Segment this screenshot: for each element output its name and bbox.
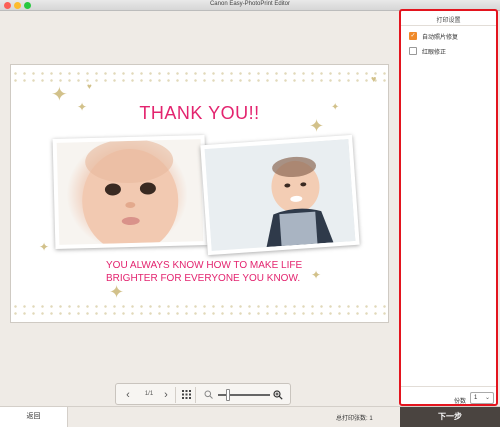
- copies-value: 1: [474, 395, 478, 401]
- card-title: THANK YOU!!: [139, 103, 260, 123]
- card-preview[interactable]: ✦ ✦ ✦ ✦ ✦ ✦ ✦ ♥ ♥ THANK YOU!! YOU ALWAYS…: [10, 64, 389, 323]
- red-eye-correction-checkbox[interactable]: [409, 47, 417, 55]
- total-print-count: 总打印张数: 1: [336, 416, 373, 422]
- photo-frame-1[interactable]: [52, 135, 208, 249]
- star-border-top: [11, 70, 388, 84]
- auto-photo-fix-checkbox[interactable]: ✓: [409, 32, 417, 40]
- window-title: Canon Easy-PhotoPrint Editor: [209, 1, 291, 7]
- chevron-right-icon[interactable]: ›: [160, 388, 172, 402]
- chevron-left-icon[interactable]: ‹: [122, 388, 134, 402]
- page-indicator: 1/1: [144, 391, 154, 397]
- divider: [401, 386, 496, 387]
- page-zoom-toolbar: ‹ 1/1 ›: [115, 383, 291, 405]
- sparkle-icon: ✦: [109, 282, 125, 302]
- red-eye-correction-label: 红眼修正: [422, 50, 447, 56]
- zoom-out-icon[interactable]: [202, 388, 214, 402]
- photo-frame-2[interactable]: [200, 134, 360, 256]
- copies-select[interactable]: 1 ⌄: [470, 392, 494, 404]
- auto-photo-fix-label: 自动照片修复: [422, 35, 459, 41]
- divider: [401, 25, 496, 26]
- zoom-slider-thumb[interactable]: [226, 389, 230, 401]
- card-message-line-1: YOU ALWAYS KNOW HOW TO MAKE LIFE: [106, 260, 303, 271]
- sparkle-icon: ✦: [51, 84, 68, 106]
- back-button[interactable]: 返回: [0, 407, 68, 427]
- preview-area: ✦ ✦ ✦ ✦ ✦ ✦ ✦ ♥ ♥ THANK YOU!! YOU ALWAYS…: [0, 11, 398, 383]
- bottom-bar: 返回 总打印张数: 1 下一步: [0, 406, 500, 427]
- baby-photo-1: [56, 139, 204, 245]
- copies-label: 份数: [454, 399, 467, 405]
- heart-icon: ♥: [87, 82, 92, 91]
- grid-view-icon[interactable]: [180, 388, 192, 402]
- card-message-line-2: BRIGHTER FOR EVERYONE YOU KNOW.: [106, 273, 301, 284]
- star-border-bottom: [11, 303, 388, 317]
- card-message: YOU ALWAYS KNOW HOW TO MAKE LIFE BRIGHTE…: [106, 259, 346, 285]
- divider: [195, 387, 196, 403]
- heart-icon: ♥: [371, 74, 377, 84]
- print-settings-panel: 打印设置 ✓ 自动照片修复 红眼修正 份数 1 ⌄: [399, 9, 498, 406]
- next-button[interactable]: 下一步: [400, 407, 500, 427]
- baby-photo-2: [204, 139, 356, 251]
- zoom-in-icon[interactable]: [272, 388, 284, 402]
- panel-title: 打印设置: [436, 18, 461, 24]
- divider: [175, 387, 176, 403]
- chevron-down-icon: ⌄: [484, 395, 490, 401]
- sparkle-icon: ✦: [39, 240, 50, 254]
